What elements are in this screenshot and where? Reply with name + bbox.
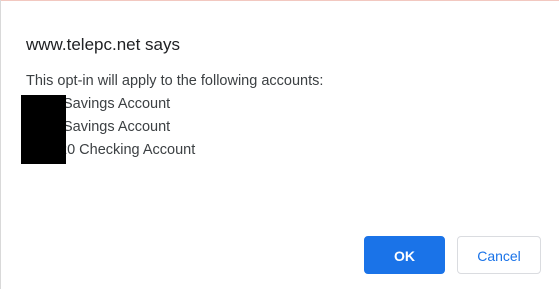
redaction-box — [21, 95, 66, 164]
account-line-3: 20 Checking Account — [59, 142, 196, 158]
account-line-1: Savings Account — [63, 96, 171, 112]
cancel-button[interactable]: Cancel — [457, 236, 541, 274]
account-line-2: Savings Account — [63, 119, 171, 135]
dialog-message: This opt-in will apply to the following … — [26, 70, 323, 162]
message-text: This opt-in will apply to the following … — [26, 73, 324, 89]
alert-dialog: www.telepc.net says This opt-in will app… — [0, 0, 559, 289]
ok-button[interactable]: OK — [364, 236, 445, 274]
dialog-title: www.telepc.net says — [26, 35, 181, 54]
